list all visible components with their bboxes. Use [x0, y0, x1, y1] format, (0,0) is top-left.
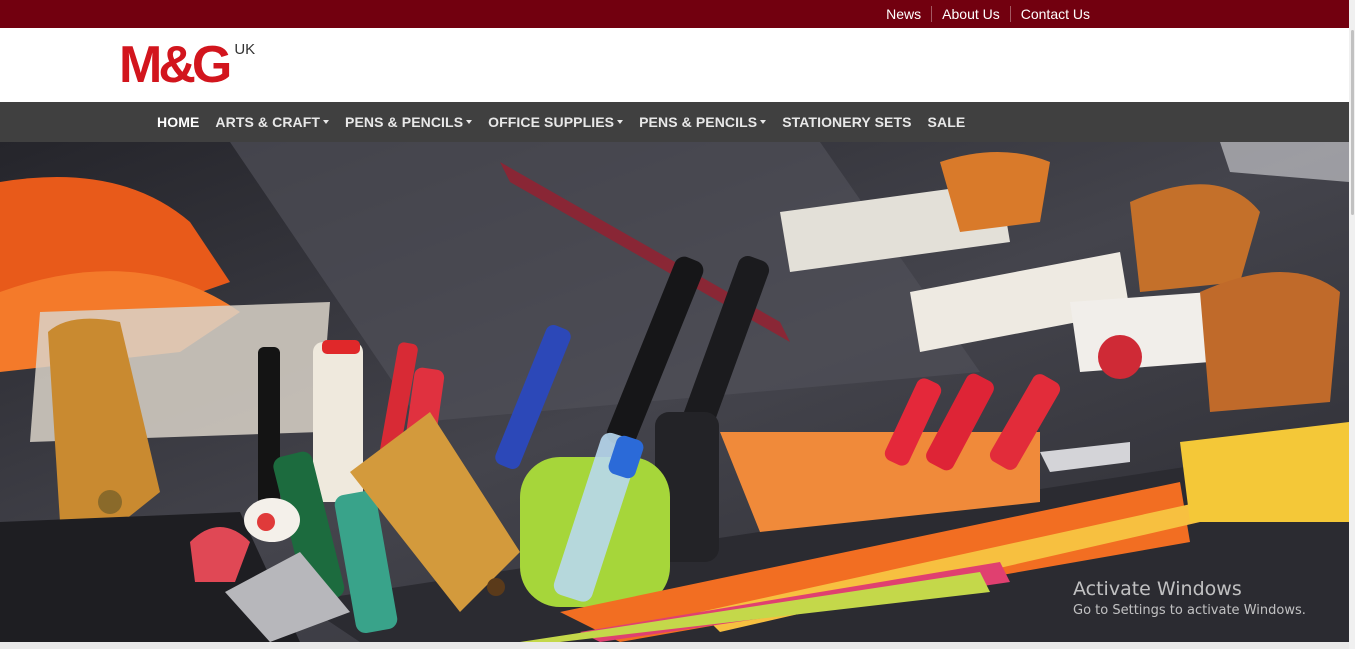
nav-item-label: PENS & PENCILS [345, 114, 464, 130]
main-navigation: HOME ARTS & CRAFT PENS & PENCILS OFFICE SUP… [0, 102, 1349, 142]
caret-down-icon [323, 120, 330, 125]
page-bottom-edge [0, 642, 1349, 649]
watermark-title: Activate Windows [1073, 578, 1242, 600]
activate-windows-watermark: Activate Windows Go to Settings to activ… [1073, 578, 1306, 620]
caret-down-icon [466, 120, 473, 125]
nav-item-sale[interactable]: SALE [920, 114, 974, 130]
nav-list: HOME ARTS & CRAFT PENS & PENCILS OFFICE SUP… [149, 102, 973, 142]
caret-down-icon [760, 120, 767, 125]
nav-item-label: PENS & PENCILS [639, 114, 758, 130]
nav-item-label: OFFICE SUPPLIES [488, 114, 615, 130]
top-links: News About Us Contact Us [876, 0, 1100, 28]
hero-image [0, 142, 1349, 642]
nav-item-label: STATIONERY SETS [782, 114, 912, 130]
nav-item-office-supplies[interactable]: OFFICE SUPPLIES [480, 114, 631, 130]
caret-down-icon [617, 120, 624, 125]
top-utility-bar: News About Us Contact Us [0, 0, 1349, 28]
about-us-link[interactable]: About Us [931, 6, 1010, 22]
nav-item-pens-pencils-2[interactable]: PENS & PENCILS [631, 114, 774, 130]
news-link[interactable]: News [876, 6, 931, 22]
nav-item-label: ARTS & CRAFT [215, 114, 321, 130]
vertical-scrollbar-thumb[interactable] [1351, 30, 1354, 215]
site-header: M&G UK [0, 28, 1349, 102]
nav-item-pens-pencils[interactable]: PENS & PENCILS [337, 114, 480, 130]
nav-item-label: HOME [157, 114, 200, 130]
watermark-subtitle: Go to Settings to activate Windows. [1073, 603, 1306, 618]
nav-item-label: SALE [927, 114, 966, 130]
nav-item-arts-craft[interactable]: ARTS & CRAFT [207, 114, 337, 130]
nav-item-home[interactable]: HOME [149, 114, 207, 130]
nav-item-stationery-sets[interactable]: STATIONERY SETS [774, 114, 919, 130]
logo-region: UK [234, 41, 256, 58]
hero-banner [0, 142, 1349, 642]
brand-logo[interactable]: M&G UK [119, 36, 256, 94]
contact-us-link[interactable]: Contact Us [1009, 6, 1100, 22]
logo-mark: M&G [119, 36, 232, 94]
